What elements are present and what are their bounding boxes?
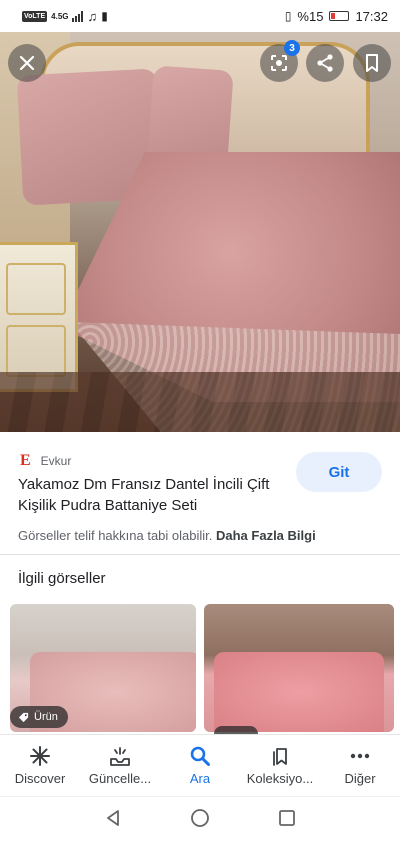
bookmark-icon <box>366 54 378 72</box>
network-type: 4.5G <box>51 11 69 21</box>
nav-label: Discover <box>14 771 66 786</box>
nav-label: Güncelle... <box>88 771 152 786</box>
copyright-text: Görseller telif hakkına tabi olabilir. <box>18 528 213 543</box>
battery-text: %15 <box>297 8 324 24</box>
result-title[interactable]: Yakamoz Dm Fransız Dantel İncili Çift Ki… <box>18 474 278 516</box>
nav-label: Diğer <box>344 771 376 786</box>
nav-updates[interactable]: Güncelle... <box>80 735 160 796</box>
updates-icon <box>108 745 132 767</box>
signal-icon <box>72 10 84 22</box>
more-info-link[interactable]: Daha Fazla Bilgi <box>216 528 316 543</box>
floor <box>0 372 400 432</box>
asterisk-icon <box>29 745 51 767</box>
vibrate-icon: ▯ <box>284 9 292 23</box>
status-bar: VoLTE 4.5G ♫ ▮ ▯ %15 17:32 <box>0 0 400 32</box>
nav-more[interactable]: Diğer <box>320 735 400 796</box>
share-button[interactable] <box>306 44 344 82</box>
save-button[interactable] <box>353 44 391 82</box>
bottom-nav: Discover Güncelle... Ara Koleksiyo... Di… <box>0 734 400 796</box>
music-icon: ♫ <box>87 8 98 24</box>
close-icon <box>19 55 35 71</box>
copyright-notice: Görseller telif hakkına tabi olabilir. D… <box>18 528 316 543</box>
drawer <box>6 325 66 377</box>
home-icon[interactable] <box>190 808 210 833</box>
nav-search[interactable]: Ara <box>160 735 240 796</box>
share-icon <box>317 54 333 72</box>
system-nav <box>0 796 400 844</box>
source-logo: E <box>20 452 31 469</box>
source[interactable]: E Evkur <box>20 452 71 470</box>
lens-button[interactable]: 3 <box>260 40 300 82</box>
result-info: E Evkur Yakamoz Dm Fransız Dantel İncili… <box>0 432 400 554</box>
recents-icon[interactable] <box>277 808 297 833</box>
nav-collections[interactable]: Koleksiyo... <box>240 735 320 796</box>
product-tag <box>214 726 258 734</box>
battery-icon <box>329 11 350 21</box>
clock: 17:32 <box>355 8 388 24</box>
close-button[interactable] <box>8 44 46 82</box>
thumb-bed <box>214 652 384 732</box>
visit-button[interactable]: Git <box>296 452 382 492</box>
related-heading: İlgili görseller <box>18 570 106 587</box>
tag-icon <box>18 712 29 722</box>
nav-label: Koleksiyo... <box>246 771 314 786</box>
drawer <box>6 263 66 315</box>
status-left: VoLTE 4.5G ♫ ▮ <box>22 9 108 24</box>
related-image[interactable] <box>204 604 394 732</box>
main-image[interactable] <box>0 32 400 432</box>
product-tag-label: Ürün <box>34 711 58 723</box>
back-icon[interactable] <box>103 808 123 833</box>
lens-icon <box>271 55 287 71</box>
search-icon <box>189 745 211 767</box>
nav-label: Ara <box>189 771 211 786</box>
more-icon <box>349 745 371 767</box>
collections-icon <box>269 745 291 767</box>
product-tag: Ürün <box>10 706 68 728</box>
notification-icon: ▮ <box>101 9 108 23</box>
divider <box>0 554 400 555</box>
lens-badge: 3 <box>284 40 300 56</box>
volte-indicator: VoLTE <box>22 10 48 22</box>
source-name: Evkur <box>40 454 72 468</box>
status-right: ▯ %15 17:32 <box>285 9 388 24</box>
nightstand <box>0 242 78 392</box>
nav-discover[interactable]: Discover <box>0 735 80 796</box>
